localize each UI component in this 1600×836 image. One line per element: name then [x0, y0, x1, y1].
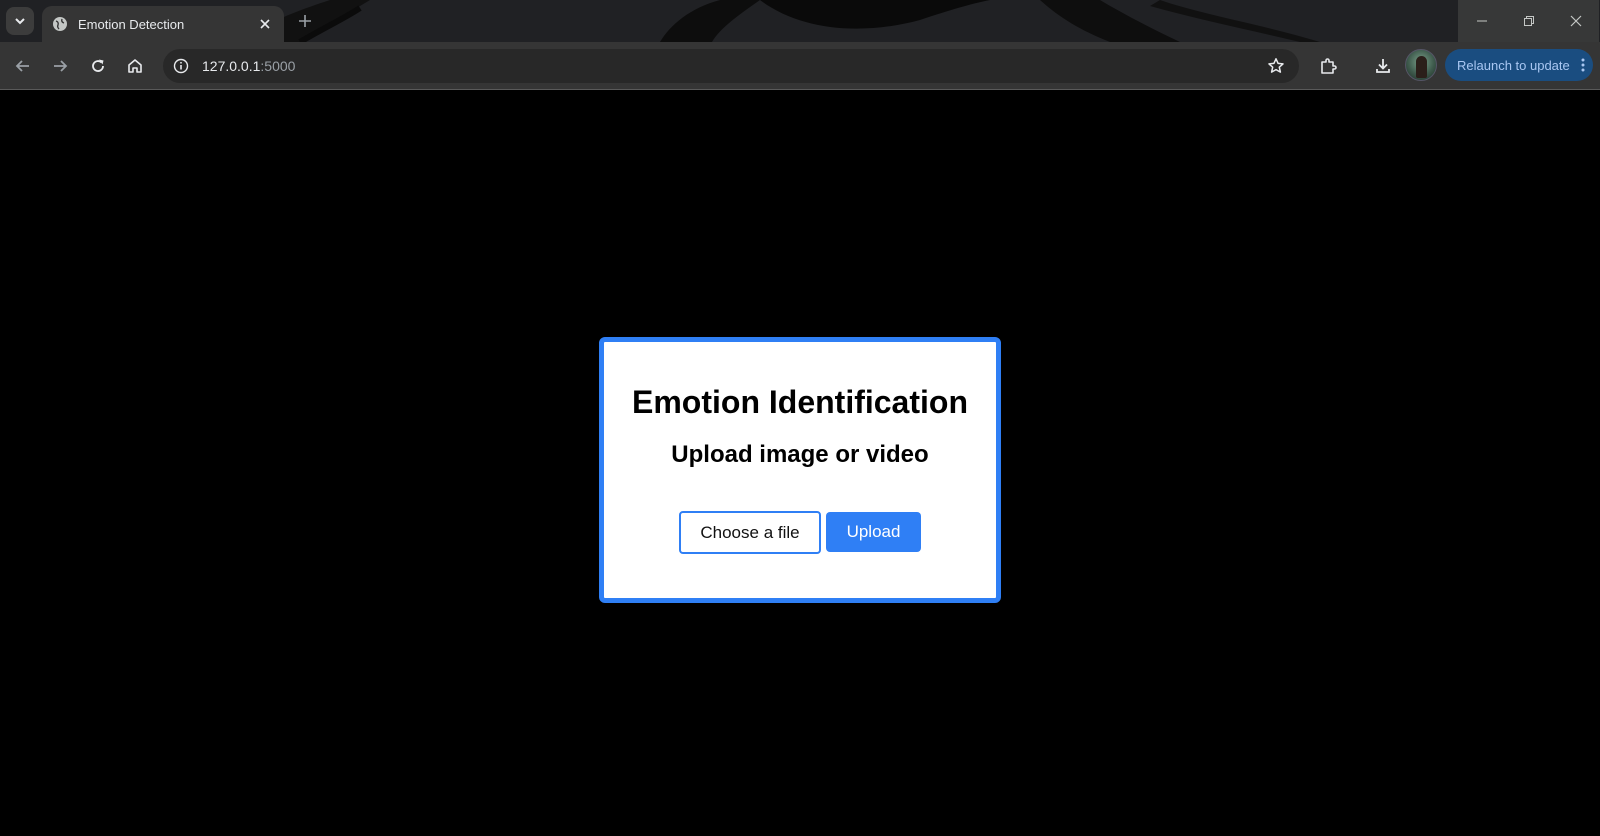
- upload-card: Emotion Identification Upload image or v…: [599, 337, 1001, 603]
- upload-button[interactable]: Upload: [826, 512, 921, 552]
- back-icon: [15, 60, 29, 72]
- url-host: 127.0.0.1: [202, 58, 261, 74]
- reload-icon: [92, 59, 104, 72]
- close-icon: [1570, 15, 1581, 27]
- choose-file-button[interactable]: Choose a file: [679, 511, 821, 554]
- relaunch-label: Relaunch to update: [1457, 57, 1570, 73]
- browser-titlebar: Emotion Detection: [0, 0, 1600, 42]
- reload-button[interactable]: [83, 51, 113, 81]
- extensions-icon[interactable]: [1313, 51, 1343, 81]
- restore-icon: [1523, 16, 1534, 26]
- page-viewport: Emotion Identification Upload image or v…: [0, 91, 1600, 836]
- plus-icon: [299, 15, 311, 27]
- info-icon[interactable]: [168, 53, 194, 79]
- page-title: Emotion Identification: [632, 384, 968, 420]
- star-icon[interactable]: [1263, 53, 1289, 79]
- forward-icon: [54, 60, 68, 72]
- url-text[interactable]: 127.0.0.1:5000: [202, 58, 295, 74]
- tab-search-button[interactable]: [6, 7, 34, 35]
- relaunch-button[interactable]: Relaunch to update: [1445, 49, 1593, 81]
- minimize-button[interactable]: [1458, 0, 1505, 42]
- browser-toolbar: 127.0.0.1:5000: [0, 42, 1600, 117]
- download-icon[interactable]: [1368, 51, 1398, 81]
- address-bar[interactable]: 127.0.0.1:5000: [163, 49, 1299, 83]
- new-tab-button[interactable]: [292, 8, 318, 34]
- chevron-down-icon: [15, 18, 25, 25]
- forward-button[interactable]: [45, 51, 75, 81]
- close-window-button[interactable]: [1552, 0, 1599, 42]
- profile-avatar[interactable]: [1405, 49, 1437, 81]
- back-button[interactable]: [8, 51, 38, 81]
- tab-title: Emotion Detection: [78, 16, 185, 32]
- url-port: :5000: [260, 58, 296, 74]
- close-icon[interactable]: [256, 15, 274, 33]
- browser-tab[interactable]: Emotion Detection: [42, 6, 284, 42]
- minimize-icon: [1476, 20, 1487, 22]
- globe-icon: [52, 16, 68, 32]
- home-button[interactable]: [120, 51, 150, 81]
- page-subtitle: Upload image or video: [671, 441, 929, 468]
- more-vert-icon[interactable]: [1573, 57, 1593, 73]
- upload-actions: Choose a file Upload: [604, 511, 996, 554]
- home-icon: [128, 59, 142, 73]
- restore-button[interactable]: [1505, 0, 1552, 42]
